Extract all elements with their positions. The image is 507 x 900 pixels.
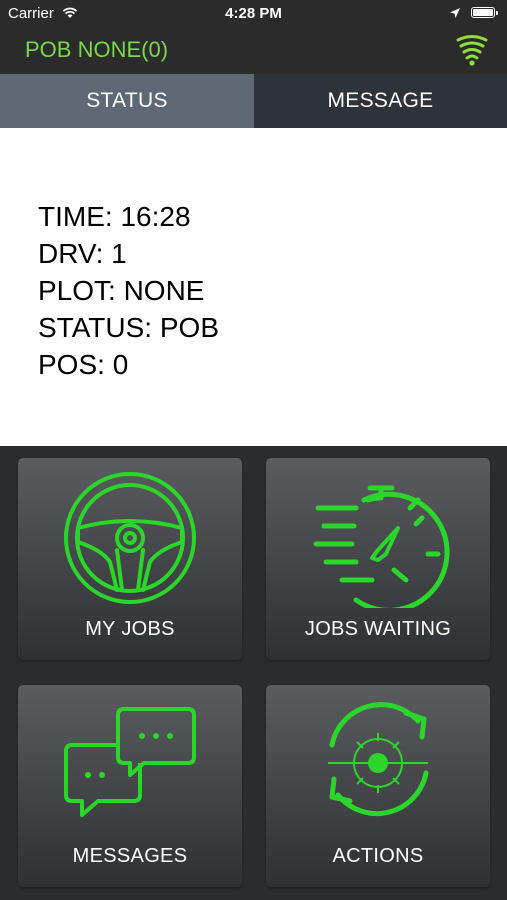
tab-bar: STATUS MESSAGE xyxy=(0,74,507,128)
plot-line: PLOT: NONE xyxy=(38,275,205,306)
actions-label: ACTIONS xyxy=(332,845,424,867)
gear-cycle-icon xyxy=(266,685,490,835)
pos-line: POS: 0 xyxy=(38,349,129,380)
signal-icon[interactable] xyxy=(455,34,489,73)
jobs-waiting-label: JOBS WAITING xyxy=(304,618,452,640)
status-bar: Carrier 4:28 PM xyxy=(0,0,507,28)
actions-button[interactable]: ACTIONS xyxy=(266,685,490,887)
clock: 4:28 PM xyxy=(225,5,282,22)
tab-message[interactable]: MESSAGE xyxy=(254,74,507,128)
battery-icon xyxy=(471,7,495,18)
messages-label: MESSAGES xyxy=(72,845,188,867)
nav-bar: POB NONE(0) xyxy=(0,28,507,74)
status-panel: TIME: 16:28 DRV: 1 PLOT: NONE STATUS: PO… xyxy=(0,128,507,446)
messages-button[interactable]: MESSAGES xyxy=(18,685,242,887)
drv-line: DRV: 1 xyxy=(38,238,127,269)
battery-tip xyxy=(496,11,498,15)
chat-bubbles-icon xyxy=(18,685,242,835)
stopwatch-icon xyxy=(266,458,490,613)
status-line: STATUS: POB xyxy=(38,312,219,343)
my-jobs-button[interactable]: MY JOBS xyxy=(18,458,242,660)
jobs-waiting-button[interactable]: JOBS WAITING xyxy=(266,458,490,660)
steering-wheel-icon xyxy=(18,458,242,608)
my-jobs-label: MY JOBS xyxy=(85,618,175,640)
time-line: TIME: 16:28 xyxy=(38,201,191,232)
tab-status[interactable]: STATUS xyxy=(0,74,254,128)
page-title: POB NONE(0) xyxy=(25,37,169,62)
location-arrow-icon xyxy=(449,6,461,23)
